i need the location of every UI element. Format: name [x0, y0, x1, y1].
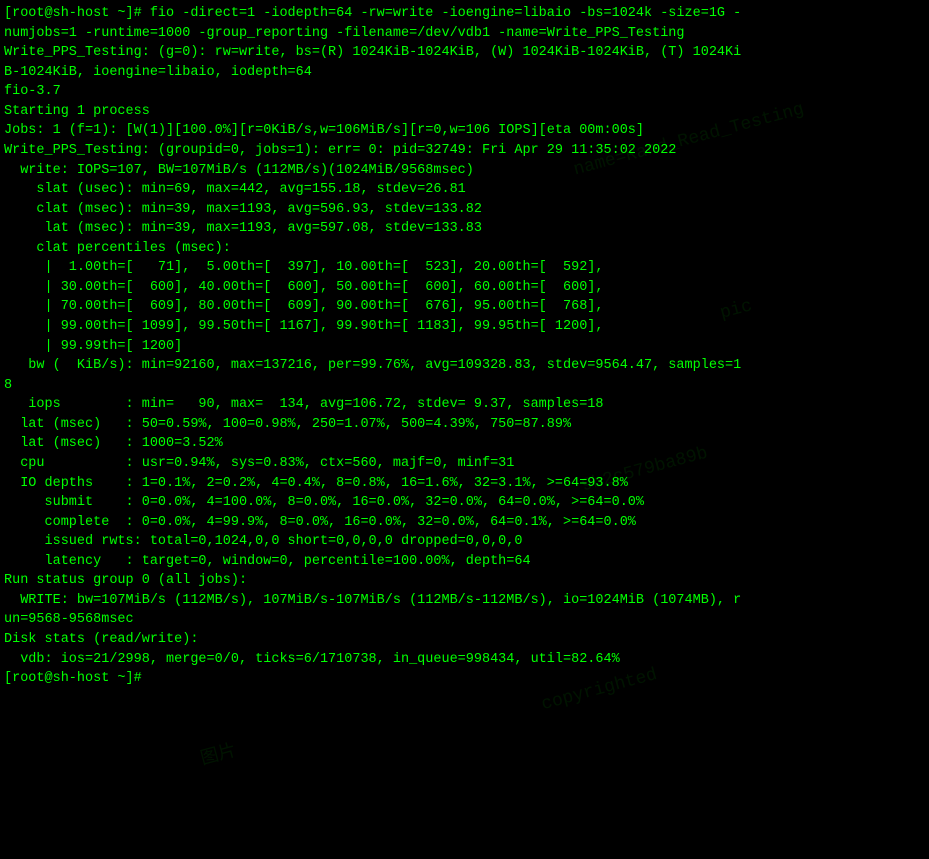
terminal-line: write: IOPS=107, BW=107MiB/s (112MB/s)(1… [4, 161, 925, 181]
terminal-line: un=9568-9568msec [4, 610, 925, 630]
terminal-line: lat (msec) : 1000=3.52% [4, 434, 925, 454]
terminal-line: fio-3.7 [4, 82, 925, 102]
terminal-line: Disk stats (read/write): [4, 630, 925, 650]
terminal-line: WRITE: bw=107MiB/s (112MB/s), 107MiB/s-1… [4, 591, 925, 611]
terminal-line: issued rwts: total=0,1024,0,0 short=0,0,… [4, 532, 925, 552]
terminal-line: bw ( KiB/s): min=92160, max=137216, per=… [4, 356, 925, 376]
terminal-line: [root@sh-host ~]# fio -direct=1 -iodepth… [4, 4, 925, 24]
terminal-line: submit : 0=0.0%, 4=100.0%, 8=0.0%, 16=0.… [4, 493, 925, 513]
terminal-line: Write_PPS_Testing: (g=0): rw=write, bs=(… [4, 43, 925, 63]
terminal-line: numjobs=1 -runtime=1000 -group_reporting… [4, 24, 925, 44]
terminal-line: | 30.00th=[ 600], 40.00th=[ 600], 50.00t… [4, 278, 925, 298]
terminal-line: Write_PPS_Testing: (groupid=0, jobs=1): … [4, 141, 925, 161]
terminal-window[interactable]: [root@sh-host ~]# fio -direct=1 -iodepth… [0, 0, 929, 859]
terminal-line: clat (msec): min=39, max=1193, avg=596.9… [4, 200, 925, 220]
terminal-line: B-1024KiB, ioengine=libaio, iodepth=64 [4, 63, 925, 83]
terminal-line: lat (msec): min=39, max=1193, avg=597.08… [4, 219, 925, 239]
terminal-line: Run status group 0 (all jobs): [4, 571, 925, 591]
terminal-line: lat (msec) : 50=0.59%, 100=0.98%, 250=1.… [4, 415, 925, 435]
terminal-line: Starting 1 process [4, 102, 925, 122]
terminal-line: vdb: ios=21/2998, merge=0/0, ticks=6/171… [4, 650, 925, 670]
terminal-line: | 99.00th=[ 1099], 99.50th=[ 1167], 99.9… [4, 317, 925, 337]
terminal-line: latency : target=0, window=0, percentile… [4, 552, 925, 572]
terminal-line: | 70.00th=[ 609], 80.00th=[ 609], 90.00t… [4, 297, 925, 317]
terminal-line: slat (usec): min=69, max=442, avg=155.18… [4, 180, 925, 200]
terminal-line: cpu : usr=0.94%, sys=0.83%, ctx=560, maj… [4, 454, 925, 474]
terminal-line: IO depths : 1=0.1%, 2=0.2%, 4=0.4%, 8=0.… [4, 474, 925, 494]
watermark-5: 图片 [197, 736, 239, 770]
terminal-line: complete : 0=0.0%, 4=99.9%, 8=0.0%, 16=0… [4, 513, 925, 533]
terminal-line: clat percentiles (msec): [4, 239, 925, 259]
terminal-line: 8 [4, 376, 925, 396]
terminal-line: [root@sh-host ~]# [4, 669, 925, 689]
terminal-line: | 99.99th=[ 1200] [4, 337, 925, 357]
terminal-line: Jobs: 1 (f=1): [W(1)][100.0%][r=0KiB/s,w… [4, 121, 925, 141]
terminal-line: | 1.00th=[ 71], 5.00th=[ 397], 10.00th=[… [4, 258, 925, 278]
terminal-line: iops : min= 90, max= 134, avg=106.72, st… [4, 395, 925, 415]
terminal-output: [root@sh-host ~]# fio -direct=1 -iodepth… [4, 4, 925, 689]
